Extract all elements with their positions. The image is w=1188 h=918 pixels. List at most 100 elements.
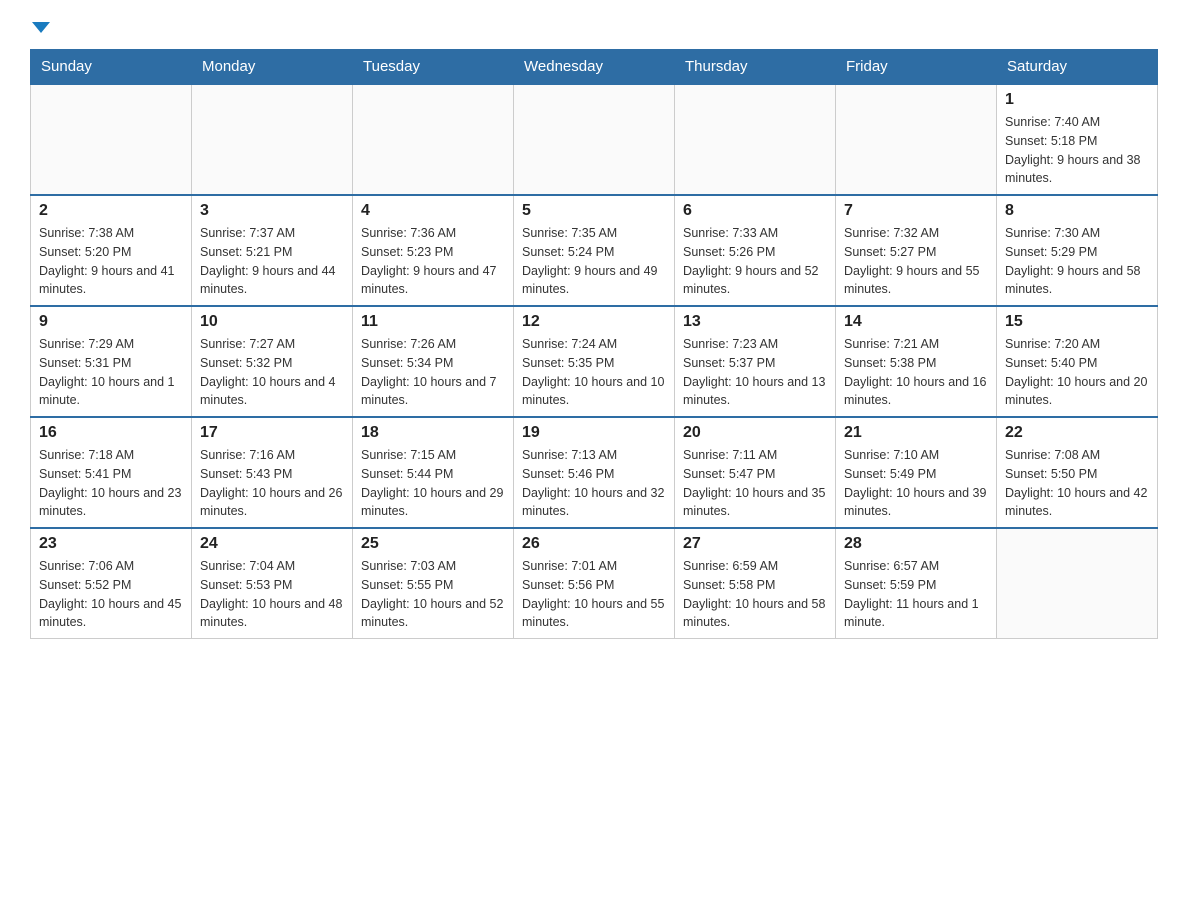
calendar-cell [31,84,192,195]
day-number: 5 [522,202,666,220]
day-info: Sunrise: 7:30 AM Sunset: 5:29 PM Dayligh… [1005,224,1149,299]
calendar-week-row: 16Sunrise: 7:18 AM Sunset: 5:41 PM Dayli… [31,417,1158,528]
calendar-cell: 22 Sunrise: 7:08 AM Sunset: 5:50 PM Dayli… [997,417,1158,528]
day-number: 10 [200,313,344,331]
calendar-cell: 26 Sunrise: 7:01 AM Sunset: 5:56 PM Dayli… [514,528,675,639]
calendar-cell [192,84,353,195]
day-info: Sunrise: 7:38 AM Sunset: 5:20 PM Dayligh… [39,224,183,299]
calendar-cell [997,528,1158,639]
day-info: Sunrise: 7:06 AM Sunset: 5:52 PM Dayligh… [39,557,183,632]
calendar-cell: 2 Sunrise: 7:38 AM Sunset: 5:20 PM Daylig… [31,195,192,306]
calendar-week-row: 2 Sunrise: 7:38 AM Sunset: 5:20 PM Daylig… [31,195,1158,306]
weekday-header-thursday: Thursday [675,50,836,85]
day-info: Sunrise: 7:16 AM Sunset: 5:43 PM Dayligh… [200,446,344,521]
day-number: 7 [844,202,988,220]
day-info: Sunrise: 7:27 AM Sunset: 5:32 PM Dayligh… [200,335,344,410]
day-info: Sunrise: 7:37 AM Sunset: 5:21 PM Dayligh… [200,224,344,299]
calendar-cell: 8 Sunrise: 7:30 AM Sunset: 5:29 PM Daylig… [997,195,1158,306]
day-info: Sunrise: 7:33 AM Sunset: 5:26 PM Dayligh… [683,224,827,299]
day-number: 13 [683,313,827,331]
page-header [30,20,1158,29]
day-info: Sunrise: 7:08 AM Sunset: 5:50 PM Dayligh… [1005,446,1149,521]
day-number: 1 [1005,91,1149,109]
calendar-cell: 23 Sunrise: 7:06 AM Sunset: 5:52 PM Dayli… [31,528,192,639]
calendar-cell: 14 Sunrise: 7:21 AM Sunset: 5:38 PM Dayli… [836,306,997,417]
calendar-cell: 9 Sunrise: 7:29 AM Sunset: 5:31 PM Daylig… [31,306,192,417]
day-number: 9 [39,313,183,331]
calendar-week-row: 23 Sunrise: 7:06 AM Sunset: 5:52 PM Dayli… [31,528,1158,639]
day-info: Sunrise: 6:59 AM Sunset: 5:58 PM Dayligh… [683,557,827,632]
day-number: 12 [522,313,666,331]
weekday-header-sunday: Sunday [31,50,192,85]
weekday-header-wednesday: Wednesday [514,50,675,85]
calendar-cell: 27 Sunrise: 6:59 AM Sunset: 5:58 PM Dayli… [675,528,836,639]
day-number: 18 [361,424,505,442]
day-info: Sunrise: 7:01 AM Sunset: 5:56 PM Dayligh… [522,557,666,632]
day-info: Sunrise: 7:26 AM Sunset: 5:34 PM Dayligh… [361,335,505,410]
calendar-cell: 28 Sunrise: 6:57 AM Sunset: 5:59 PM Dayli… [836,528,997,639]
day-info: Sunrise: 7:29 AM Sunset: 5:31 PM Dayligh… [39,335,183,410]
calendar-cell: 6 Sunrise: 7:33 AM Sunset: 5:26 PM Daylig… [675,195,836,306]
day-number: 20 [683,424,827,442]
day-info: Sunrise: 7:11 AM Sunset: 5:47 PM Dayligh… [683,446,827,521]
day-number: 23 [39,535,183,553]
day-info: Sunrise: 7:32 AM Sunset: 5:27 PM Dayligh… [844,224,988,299]
calendar-cell: 15 Sunrise: 7:20 AM Sunset: 5:40 PM Dayli… [997,306,1158,417]
day-info: Sunrise: 7:20 AM Sunset: 5:40 PM Dayligh… [1005,335,1149,410]
calendar-cell: 25 Sunrise: 7:03 AM Sunset: 5:55 PM Dayli… [353,528,514,639]
calendar-cell: 7 Sunrise: 7:32 AM Sunset: 5:27 PM Daylig… [836,195,997,306]
calendar-cell [836,84,997,195]
day-number: 27 [683,535,827,553]
calendar-week-row: 9 Sunrise: 7:29 AM Sunset: 5:31 PM Daylig… [31,306,1158,417]
calendar-cell: 3 Sunrise: 7:37 AM Sunset: 5:21 PM Daylig… [192,195,353,306]
day-info: Sunrise: 7:15 AM Sunset: 5:44 PM Dayligh… [361,446,505,521]
day-info: Sunrise: 7:03 AM Sunset: 5:55 PM Dayligh… [361,557,505,632]
weekday-header-monday: Monday [192,50,353,85]
day-info: Sunrise: 6:57 AM Sunset: 5:59 PM Dayligh… [844,557,988,632]
calendar-cell: 12 Sunrise: 7:24 AM Sunset: 5:35 PM Dayli… [514,306,675,417]
day-number: 2 [39,202,183,220]
calendar-cell: 16Sunrise: 7:18 AM Sunset: 5:41 PM Dayli… [31,417,192,528]
day-number: 4 [361,202,505,220]
day-number: 14 [844,313,988,331]
weekday-header-tuesday: Tuesday [353,50,514,85]
day-number: 24 [200,535,344,553]
calendar-cell [353,84,514,195]
calendar-cell: 20 Sunrise: 7:11 AM Sunset: 5:47 PM Dayli… [675,417,836,528]
day-number: 3 [200,202,344,220]
day-number: 25 [361,535,505,553]
day-number: 26 [522,535,666,553]
calendar-cell [514,84,675,195]
day-number: 16 [39,424,183,442]
day-info: Sunrise: 7:23 AM Sunset: 5:37 PM Dayligh… [683,335,827,410]
calendar-cell: 11 Sunrise: 7:26 AM Sunset: 5:34 PM Dayli… [353,306,514,417]
day-info: Sunrise: 7:35 AM Sunset: 5:24 PM Dayligh… [522,224,666,299]
day-number: 19 [522,424,666,442]
day-info: Sunrise: 7:04 AM Sunset: 5:53 PM Dayligh… [200,557,344,632]
day-number: 8 [1005,202,1149,220]
weekday-header-saturday: Saturday [997,50,1158,85]
calendar-week-row: 1 Sunrise: 7:40 AM Sunset: 5:18 PM Daylig… [31,84,1158,195]
calendar-cell: 18 Sunrise: 7:15 AM Sunset: 5:44 PM Dayli… [353,417,514,528]
day-info: Sunrise: 7:10 AM Sunset: 5:49 PM Dayligh… [844,446,988,521]
day-info: Sunrise: 7:21 AM Sunset: 5:38 PM Dayligh… [844,335,988,410]
calendar-header-row: SundayMondayTuesdayWednesdayThursdayFrid… [31,50,1158,85]
calendar-cell: 21Sunrise: 7:10 AM Sunset: 5:49 PM Dayli… [836,417,997,528]
calendar-cell: 1 Sunrise: 7:40 AM Sunset: 5:18 PM Daylig… [997,84,1158,195]
calendar-cell: 17 Sunrise: 7:16 AM Sunset: 5:43 PM Dayli… [192,417,353,528]
day-number: 22 [1005,424,1149,442]
day-info: Sunrise: 7:24 AM Sunset: 5:35 PM Dayligh… [522,335,666,410]
day-number: 17 [200,424,344,442]
day-number: 28 [844,535,988,553]
day-number: 6 [683,202,827,220]
logo [30,20,50,29]
day-number: 15 [1005,313,1149,331]
day-number: 11 [361,313,505,331]
calendar-cell [675,84,836,195]
calendar-cell: 5 Sunrise: 7:35 AM Sunset: 5:24 PM Daylig… [514,195,675,306]
calendar-cell: 24 Sunrise: 7:04 AM Sunset: 5:53 PM Dayli… [192,528,353,639]
calendar-cell: 19Sunrise: 7:13 AM Sunset: 5:46 PM Dayli… [514,417,675,528]
calendar-cell: 10 Sunrise: 7:27 AM Sunset: 5:32 PM Dayli… [192,306,353,417]
day-info: Sunrise: 7:40 AM Sunset: 5:18 PM Dayligh… [1005,113,1149,188]
calendar-cell: 13 Sunrise: 7:23 AM Sunset: 5:37 PM Dayli… [675,306,836,417]
